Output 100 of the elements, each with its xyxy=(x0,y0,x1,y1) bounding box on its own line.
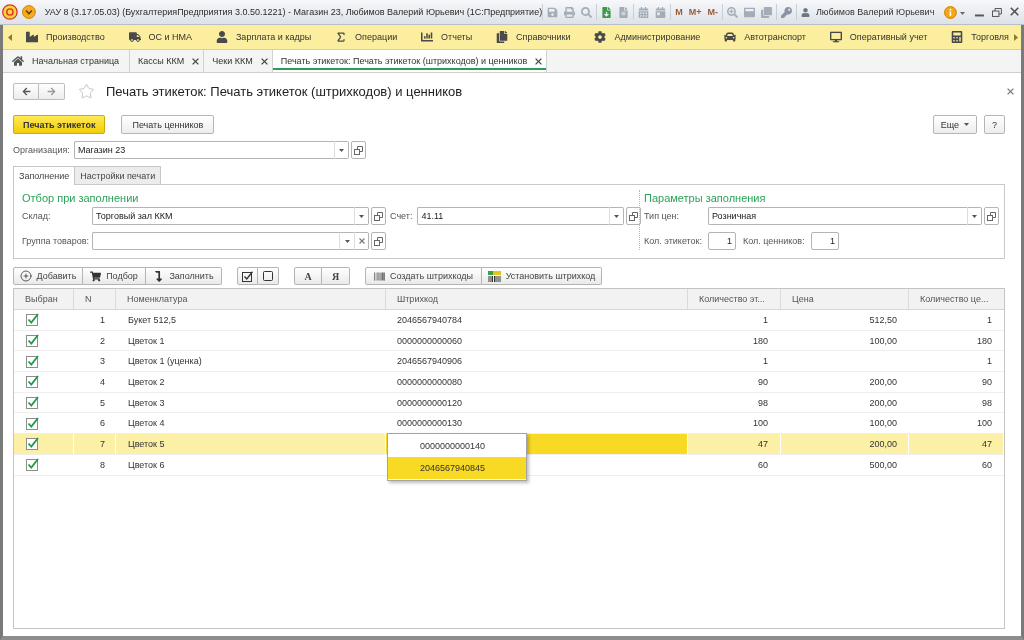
toolbar-button[interactable]: Установить штрихкод xyxy=(482,267,602,285)
tab[interactable]: Начальная страница xyxy=(4,50,131,72)
toolbar-button[interactable]: Добавить xyxy=(13,267,83,285)
user-name[interactable]: Любимов Валерий Юрьевич xyxy=(815,7,935,17)
menu-caret-icon[interactable] xyxy=(21,5,36,19)
tab[interactable]: Чеки ККМ xyxy=(204,50,273,72)
close-icon[interactable] xyxy=(192,57,200,65)
number-field[interactable]: 1 xyxy=(811,232,839,250)
window-icon[interactable] xyxy=(743,6,755,18)
memory-button[interactable]: M- xyxy=(707,7,718,17)
column-header[interactable]: Количество эт... xyxy=(688,289,781,309)
checkbox[interactable] xyxy=(26,354,39,368)
warehouse-field[interactable]: Торговый зал ККМ xyxy=(92,207,354,225)
windows-icon[interactable] xyxy=(760,6,772,18)
toolbar-button[interactable]: Создать штрихкоды xyxy=(365,267,482,285)
number-field[interactable]: 1 xyxy=(708,232,736,250)
toolbar-button[interactable]: Подбор xyxy=(83,267,146,285)
memory-button[interactable]: M+ xyxy=(688,7,702,17)
column-header[interactable]: Количество це... xyxy=(909,289,1004,309)
column-header[interactable]: N xyxy=(74,289,116,309)
menu-item[interactable]: Торговля xyxy=(951,31,1009,43)
checkbox[interactable] xyxy=(26,437,39,451)
column-header[interactable]: Номенклатура xyxy=(116,289,386,309)
uncheck-all-button[interactable] xyxy=(258,267,279,285)
check-all-button[interactable] xyxy=(237,267,258,285)
price-type-field[interactable]: Розничная xyxy=(708,207,967,225)
field-label: Организация: xyxy=(13,145,71,155)
logo-icon[interactable] xyxy=(2,4,18,20)
dropdown-option[interactable]: 2046567940845 xyxy=(388,457,526,480)
download-icon[interactable] xyxy=(601,6,613,18)
close-icon[interactable] xyxy=(535,57,543,65)
open-button[interactable] xyxy=(626,207,642,225)
close-icon[interactable] xyxy=(260,57,268,65)
memory-button[interactable]: M xyxy=(675,7,683,17)
search-icon[interactable] xyxy=(581,6,593,18)
star-icon[interactable] xyxy=(78,83,95,100)
dropdown-button[interactable] xyxy=(609,207,625,225)
account-field[interactable]: 41.11 xyxy=(417,207,610,225)
column-header[interactable]: Выбран xyxy=(14,289,74,309)
dropdown-button[interactable] xyxy=(339,232,354,250)
menu-item[interactable]: Автотранспорт xyxy=(724,31,806,43)
tab[interactable]: Настройки печати xyxy=(74,166,162,184)
menu-item[interactable]: Зарплата и кадры xyxy=(215,31,312,43)
back-button[interactable] xyxy=(13,83,39,100)
info-icon[interactable] xyxy=(944,5,958,19)
table-row[interactable]: 1 Букет 512,5 2046567940784 1 512,50 1 xyxy=(14,310,1004,331)
menu-item[interactable]: ОС и НМА xyxy=(128,31,193,43)
table-row[interactable]: 4 Цветок 2 0000000000080 90 200,00 90 xyxy=(14,372,1004,393)
scroll-right-icon[interactable] xyxy=(1014,33,1018,41)
tab[interactable]: Заполнение xyxy=(13,166,76,185)
save-icon[interactable] xyxy=(547,6,559,18)
dropdown-button[interactable] xyxy=(967,207,982,225)
person-icon xyxy=(215,31,228,43)
open-button[interactable] xyxy=(371,207,386,225)
tab[interactable]: Кассы ККМ xyxy=(130,50,205,72)
help-button[interactable]: ? xyxy=(984,115,1005,134)
table-cell-text: 1 xyxy=(762,355,769,369)
dropdown-option[interactable]: 0000000000140 xyxy=(388,435,526,458)
sort-button[interactable]: А xyxy=(294,267,322,285)
calendar-icon[interactable] xyxy=(655,6,667,18)
sort-button[interactable]: Я xyxy=(322,267,350,285)
toolbar-button[interactable]: Заполнить xyxy=(146,267,222,285)
clear-button[interactable] xyxy=(354,232,369,250)
more-button[interactable]: Еще xyxy=(932,115,977,134)
document-icon[interactable] xyxy=(618,6,630,18)
menu-item[interactable]: Операции xyxy=(335,31,398,43)
organization-field[interactable]: Магазин 23 xyxy=(74,141,334,159)
bent-arrow-icon xyxy=(153,270,165,282)
truck-icon xyxy=(128,31,141,43)
checkbox[interactable] xyxy=(26,375,39,389)
dropdown-button[interactable] xyxy=(334,141,349,159)
column-header[interactable]: Штрихкод xyxy=(386,289,688,309)
open-button[interactable] xyxy=(351,141,366,159)
menu-item[interactable]: Оперативный учет xyxy=(829,31,928,43)
menu-item[interactable]: Отчеты xyxy=(421,31,473,43)
checkbox[interactable] xyxy=(26,334,39,348)
dropdown-button[interactable] xyxy=(354,207,369,225)
product-group-field[interactable] xyxy=(92,232,339,250)
menu-item[interactable]: Справочники xyxy=(496,31,571,43)
checkbox[interactable] xyxy=(26,313,39,327)
print-icon[interactable] xyxy=(564,6,576,18)
print-labels-button[interactable]: Печать этикеток xyxy=(13,115,106,134)
menu-item[interactable]: Администрирование xyxy=(594,31,701,43)
calendar-icon[interactable] xyxy=(638,6,650,18)
print-tags-button[interactable]: Печать ценников xyxy=(121,115,215,134)
zoom-in-icon[interactable] xyxy=(726,6,738,18)
close-icon[interactable] xyxy=(1007,88,1014,95)
home-icon xyxy=(12,55,24,67)
close-icon[interactable] xyxy=(1010,6,1019,16)
open-button[interactable] xyxy=(984,207,999,225)
tab[interactable]: Печать этикеток: Печать этикеток (штрихкодов) и ценников xyxy=(272,50,548,72)
checkbox[interactable] xyxy=(26,458,39,472)
open-button[interactable] xyxy=(371,232,386,250)
restore-icon[interactable] xyxy=(992,7,1002,17)
key-icon[interactable] xyxy=(780,6,792,18)
column-header[interactable]: Цена xyxy=(781,289,909,309)
menu-item[interactable]: Производство xyxy=(26,31,105,43)
checkbox[interactable] xyxy=(26,396,39,410)
checkbox[interactable] xyxy=(26,416,39,430)
scroll-left-icon[interactable] xyxy=(8,33,12,41)
